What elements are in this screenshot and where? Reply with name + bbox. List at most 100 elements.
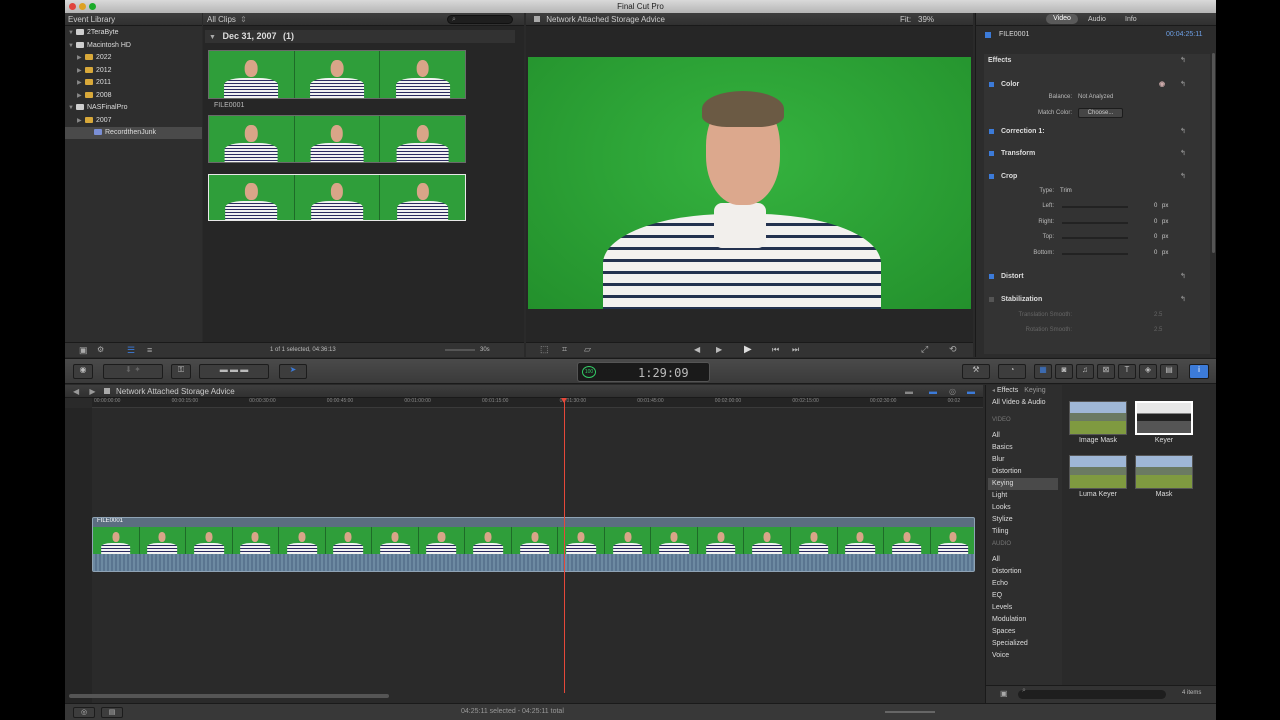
crop-slider[interactable] [1062,206,1128,208]
effects-category-item[interactable]: All [992,554,1062,566]
effects-category-item[interactable]: Distortion [992,466,1062,478]
disclosure-triangle-icon[interactable]: ▶ [77,115,85,127]
effects-category-item[interactable]: Echo [992,578,1062,590]
previous-frame-button[interactable]: ◀ [694,345,700,354]
date-group-header[interactable]: ▼ Dec 31, 2007 (1) [205,30,515,43]
correction-row[interactable]: Correction 1: ↰ [984,125,1216,139]
dashboard-timecode[interactable]: 100 1:29:09 [577,362,710,382]
effects-category-item[interactable]: Modulation [992,614,1062,626]
crop-row-value[interactable]: 0 [1154,250,1157,256]
disclosure-triangle-icon[interactable]: ▼ [68,27,76,39]
stabilization-row[interactable]: Stabilization ↰ [984,293,1216,307]
transitions-browser-button[interactable]: ⊠ [1097,364,1115,379]
library-item[interactable]: ▼ 2TeraByte [65,27,202,39]
library-toggle-icon[interactable]: ▣ [79,345,88,356]
effects-category-item[interactable]: All [992,430,1062,442]
effects-category-item[interactable]: Levels [992,602,1062,614]
retime-button[interactable]: ◔ [998,364,1026,379]
tab-video[interactable]: Video [1046,14,1078,24]
clip-filter-dropdown[interactable]: All Clips [207,15,236,24]
effect-thumbnail[interactable] [1069,455,1127,489]
select-tool-button[interactable]: ➤ [279,364,307,379]
edit-buttons[interactable]: ▬ ▬ ▬ [199,364,269,379]
audio-skimming-icon[interactable]: ◎ [949,385,956,398]
zoom-window-button[interactable] [89,3,96,10]
timeline-ruler[interactable]: 00:00:00:00 00:00:15:00 00:00:30:00 00:00:4… [92,398,983,408]
reset-icon[interactable]: ↰ [1180,78,1186,92]
effects-category-item[interactable]: EQ [992,590,1062,602]
disclosure-triangle-icon[interactable]: ▶ [77,90,85,102]
gear-icon[interactable]: ⚙ [97,345,104,354]
playhead[interactable] [561,398,568,693]
snapping-icon[interactable]: ▬ [967,385,975,398]
library-item[interactable]: ▶ 2022 [65,52,202,64]
effects-browser-button[interactable]: ▦ [1034,364,1052,379]
library-item[interactable]: ▶ 2011 [65,77,202,89]
effects-category-item[interactable]: Looks [992,502,1062,514]
tab-audio[interactable]: Audio [1088,13,1106,26]
audio-meters-button[interactable]: ◎ [73,707,95,718]
distort-tool-icon[interactable]: ▱ [584,344,591,355]
effects-category-item[interactable]: Tiling [992,526,1062,538]
disclosure-triangle-icon[interactable]: ▶ [77,65,85,77]
browser-search-field[interactable]: ⌕ [447,15,513,24]
timeline-index-button[interactable]: ▤ [101,707,123,718]
color-effect-row[interactable]: Color ◉ ↰ [984,78,1216,92]
clip-zoom-slider[interactable] [445,349,475,351]
crop-row-value[interactable]: 0 [1154,234,1157,240]
match-color-choose-button[interactable]: Choose... [1078,108,1123,118]
color-board-icon[interactable]: ◉ [1159,78,1165,92]
music-browser-button[interactable]: ♫ [1076,364,1094,379]
record-voiceover-button[interactable]: ◉ [73,364,93,379]
disclosure-triangle-icon[interactable]: ▶ [77,77,85,89]
reset-icon[interactable]: ↰ [1180,270,1186,284]
transform-row[interactable]: Transform ↰ [984,147,1216,161]
library-item[interactable]: ▶ 2012 [65,65,202,77]
crop-row-value[interactable]: 0 [1154,203,1157,209]
reset-icon[interactable]: ↰ [1180,54,1186,68]
effect-thumbnail[interactable] [1135,455,1193,489]
minimize-window-button[interactable] [79,3,86,10]
effects-category-item[interactable]: Blur [992,454,1062,466]
sidebar-toggle-icon[interactable]: ▣ [1000,689,1008,698]
library-item[interactable]: RecordthenJunk [65,127,202,139]
disclosure-triangle-icon[interactable]: ▼ [68,40,76,52]
timeline-zoom-slider[interactable] [885,711,935,713]
library-item[interactable]: ▶ 2007 [65,115,202,127]
skimming-icon[interactable]: ▬ [929,385,937,398]
timeline-clip[interactable]: FILE0001 [92,517,975,572]
import-buttons[interactable]: ⬇ ✦ [103,364,163,379]
titles-browser-button[interactable]: T [1118,364,1136,379]
crop-slider[interactable] [1062,237,1128,239]
go-to-end-button[interactable]: ⏭ [792,345,799,355]
inspector-scrollbar[interactable] [1212,53,1215,253]
effects-category-item[interactable]: Voice [992,650,1062,662]
keyword-button[interactable]: ⚿ [171,364,191,379]
fit-value-dropdown[interactable]: 39% [918,13,934,26]
distort-enable-checkbox[interactable] [989,273,994,279]
all-video-audio-item[interactable]: All Video & Audio [992,397,1046,409]
forward-arrow-icon[interactable]: ▶ [89,387,95,396]
effects-category-item[interactable]: Basics [992,442,1062,454]
clip-filmstrip[interactable] [208,50,466,99]
effects-category-item[interactable]: Stylize [992,514,1062,526]
translation-smooth-value[interactable]: 2.5 [1154,312,1162,318]
effects-category-item[interactable]: Keying [988,478,1058,490]
distort-row[interactable]: Distort ↰ [984,270,1216,284]
stabilization-enable-checkbox[interactable] [989,296,994,302]
library-item[interactable]: ▶ 2008 [65,90,202,102]
crop-row[interactable]: Crop ↰ [984,170,1216,184]
reset-icon[interactable]: ↰ [1180,293,1186,307]
fullscreen-icon[interactable]: ⤢ [921,344,928,355]
clip-filmstrip[interactable] [208,174,466,221]
effect-thumbnail[interactable] [1135,401,1193,435]
loop-icon[interactable]: ⟲ [949,344,957,355]
timeline-scrollbar[interactable] [69,694,389,698]
go-to-start-button[interactable]: ⏮ [772,345,779,355]
reset-icon[interactable]: ↰ [1180,170,1186,184]
crop-slider[interactable] [1062,221,1128,224]
effects-category-item[interactable]: Light [992,490,1062,502]
transform-tool-icon[interactable]: ⬚ [540,344,549,355]
crop-enable-checkbox[interactable] [989,173,994,179]
effects-category-item[interactable]: Spaces [992,626,1062,638]
